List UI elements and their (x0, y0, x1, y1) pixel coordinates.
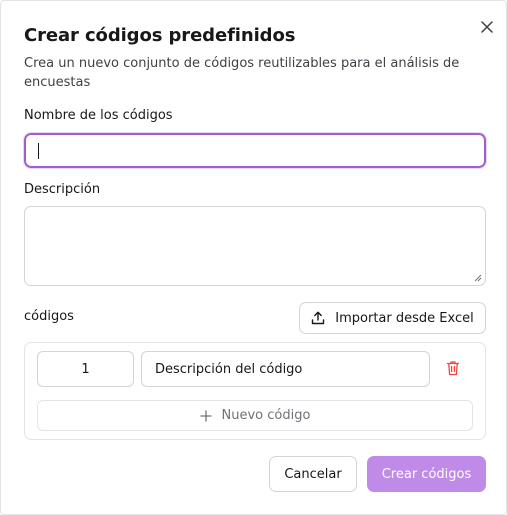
trash-icon[interactable] (446, 360, 460, 376)
text-caret (38, 143, 39, 159)
plus-icon (199, 409, 212, 422)
dialog-title: Crear códigos predefinidos (24, 25, 296, 46)
import-excel-label: Importar desde Excel (335, 310, 474, 326)
upload-icon (312, 311, 325, 325)
codes-label: códigos (24, 309, 74, 324)
dialog-subtitle: Crea un nuevo conjunto de códigos reutil… (24, 56, 460, 90)
code-number-input[interactable]: 1 (37, 351, 134, 387)
import-excel-button[interactable]: Importar desde Excel (299, 302, 486, 334)
description-textarea[interactable] (24, 206, 486, 286)
close-icon[interactable] (478, 18, 496, 36)
name-input[interactable] (23, 132, 487, 169)
add-code-label: Nuevo código (221, 408, 311, 423)
code-description-input[interactable]: Descripción del código (141, 351, 430, 387)
name-label: Nombre de los códigos (24, 108, 173, 123)
resize-handle-icon[interactable] (474, 274, 482, 282)
add-code-button[interactable]: Nuevo código (37, 400, 473, 431)
create-codes-button[interactable]: Crear códigos (367, 456, 486, 492)
create-codes-dialog: Crear códigos predefinidos Crea un nuevo… (0, 0, 507, 515)
description-label: Descripción (24, 182, 101, 197)
codes-list: 1 Descripción del código Nuevo código (24, 342, 486, 440)
cancel-button[interactable]: Cancelar (269, 456, 357, 492)
code-description-placeholder: Descripción del código (155, 361, 303, 377)
